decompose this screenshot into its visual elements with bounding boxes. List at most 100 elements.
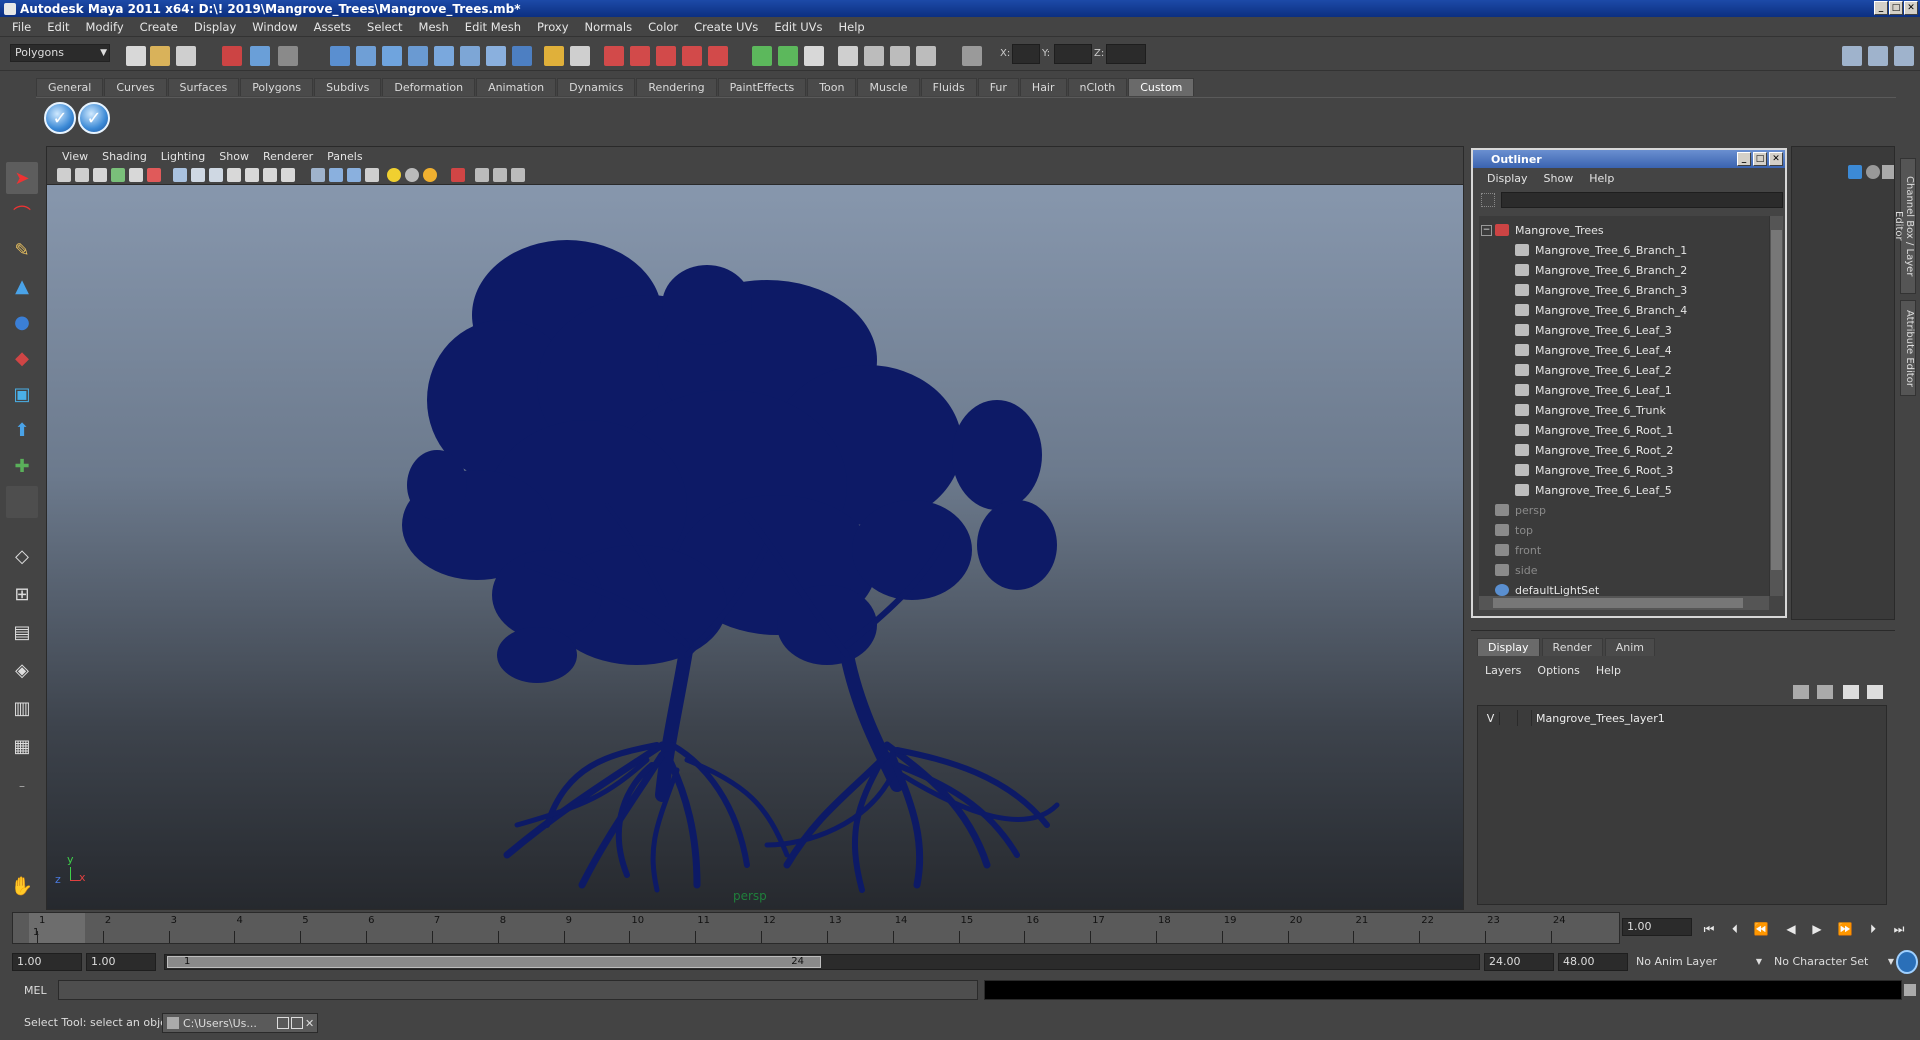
render-current-frame-icon[interactable] <box>804 46 824 66</box>
rotate-tool-icon[interactable]: ● <box>6 306 38 338</box>
layer-menu-options[interactable]: Options <box>1529 664 1587 677</box>
show-channel-box-icon[interactable] <box>1894 46 1914 66</box>
scroll-thumb[interactable] <box>1771 230 1782 570</box>
persp-graph-layout-icon[interactable]: ◈ <box>6 654 38 686</box>
shelf-tab-hair[interactable]: Hair <box>1019 78 1067 96</box>
wireframe-icon[interactable] <box>191 168 205 182</box>
shelf-tab-polygons[interactable]: Polygons <box>240 78 314 96</box>
select-camera-icon[interactable] <box>57 168 71 182</box>
transform-field-icon[interactable] <box>962 46 982 66</box>
hypershade-icon[interactable] <box>916 46 936 66</box>
film-gate-icon[interactable] <box>147 168 161 182</box>
scroll-thumb[interactable] <box>1493 598 1743 608</box>
animation-end-field[interactable]: 48.00 <box>1558 953 1628 971</box>
make-live-icon[interactable] <box>708 46 728 66</box>
camera-attributes-icon[interactable] <box>75 168 89 182</box>
outliner-item[interactable]: Mangrove_Tree_6_Root_3 <box>1479 460 1769 480</box>
outliner-item[interactable]: Mangrove_Tree_6_Branch_1 <box>1479 240 1769 260</box>
text-icon[interactable] <box>281 168 295 182</box>
render-view-icon[interactable] <box>838 46 858 66</box>
connect-icon[interactable] <box>1848 165 1862 179</box>
outliner-item[interactable]: Mangrove_Tree_6_Root_2 <box>1479 440 1769 460</box>
close-icon[interactable]: ✕ <box>305 1017 317 1030</box>
z-field[interactable] <box>1106 44 1146 64</box>
shelf-tab-curves[interactable]: Curves <box>104 78 167 96</box>
layer-menu-layers[interactable]: Layers <box>1477 664 1529 677</box>
menu-select[interactable]: Select <box>359 20 410 34</box>
menu-help[interactable]: Help <box>831 20 873 34</box>
lasso-tool-icon[interactable]: ⌒ <box>6 198 38 230</box>
viewport-menu-show[interactable]: Show <box>212 150 256 163</box>
viewport-menu-lighting[interactable]: Lighting <box>154 150 212 163</box>
use-all-lights-icon[interactable] <box>245 168 259 182</box>
maximize-icon[interactable] <box>291 1017 303 1029</box>
shelf-tab-animation[interactable]: Animation <box>476 78 557 96</box>
layer-playback-toggle[interactable] <box>1500 710 1518 726</box>
shelf-tab-painteffects[interactable]: PaintEffects <box>717 78 807 96</box>
viewport-scene[interactable]: y x z persp <box>47 185 1463 909</box>
lock-selection-icon[interactable] <box>544 46 564 66</box>
anim-layer-dropdown[interactable]: No Anim Layer ▼ <box>1632 953 1762 971</box>
outliner-item[interactable]: front <box>1479 540 1769 560</box>
paint-select-tool-icon[interactable]: ✎ <box>6 234 38 266</box>
gate-mask-icon[interactable] <box>475 168 489 182</box>
universal-manipulator-icon[interactable]: ▣ <box>6 378 38 410</box>
menu-modify[interactable]: Modify <box>78 20 132 34</box>
menu-assets[interactable]: Assets <box>306 20 359 34</box>
shelf-tab-fluids[interactable]: Fluids <box>920 78 977 96</box>
outliner-filter-input[interactable] <box>1501 192 1783 208</box>
save-scene-icon[interactable] <box>176 46 196 66</box>
textured-icon[interactable] <box>227 168 241 182</box>
shelf-tab-rendering[interactable]: Rendering <box>636 78 717 96</box>
select-by-hierarchy-icon[interactable] <box>222 46 242 66</box>
image-plane-icon[interactable] <box>111 168 125 182</box>
step-forward-key-icon[interactable]: ⏩ <box>1836 922 1854 936</box>
teamviewer-icon[interactable] <box>1896 950 1918 974</box>
menu-color[interactable]: Color <box>640 20 686 34</box>
outliner-horizontal-scrollbar[interactable] <box>1479 596 1769 610</box>
character-set-dropdown[interactable]: No Character Set ▼ <box>1770 953 1894 971</box>
outliner-menu-display[interactable]: Display <box>1479 172 1536 185</box>
select-joints-icon[interactable] <box>356 46 376 66</box>
outliner-item[interactable]: Mangrove_Tree_6_Leaf_5 <box>1479 480 1769 500</box>
layer-row[interactable]: V Mangrove_Trees_layer1 <box>1478 708 1886 728</box>
menu-file[interactable]: File <box>4 20 39 34</box>
show-attribute-editor-icon[interactable] <box>1842 46 1862 66</box>
go-to-start-icon[interactable]: ⏮ <box>1700 922 1718 936</box>
high-quality-icon[interactable] <box>405 168 419 182</box>
snap-to-point-icon[interactable] <box>656 46 676 66</box>
layer-name[interactable]: Mangrove_Trees_layer1 <box>1532 712 1665 725</box>
filter-icon[interactable] <box>1481 193 1495 207</box>
outliner-item[interactable]: Mangrove_Tree_6_Branch_2 <box>1479 260 1769 280</box>
x-field[interactable] <box>1012 44 1040 64</box>
menu-set-dropdown[interactable]: Polygons ▼ <box>10 44 110 62</box>
layer-tab-display[interactable]: Display <box>1477 638 1540 656</box>
shelf-tab-muscle[interactable]: Muscle <box>857 78 920 96</box>
outliner-item[interactable]: defaultLightSet <box>1479 580 1769 596</box>
highlight-selection-icon[interactable] <box>570 46 590 66</box>
new-scene-icon[interactable] <box>126 46 146 66</box>
play-backwards-icon[interactable]: ◀ <box>1782 922 1800 936</box>
outliner-close-button[interactable]: ✕ <box>1769 152 1783 166</box>
outliner-menu-show[interactable]: Show <box>1536 172 1582 185</box>
viewport-menu-panels[interactable]: Panels <box>320 150 369 163</box>
shelf-tab-fur[interactable]: Fur <box>977 78 1019 96</box>
viewport-menu-renderer[interactable]: Renderer <box>256 150 320 163</box>
four-view-layout-icon[interactable]: ⊞ <box>6 578 38 610</box>
hand-icon[interactable]: ✋ <box>6 870 38 902</box>
minimized-window-button[interactable]: C:\Users\Us... ✕ <box>162 1013 318 1033</box>
move-layer-down-icon[interactable] <box>1817 685 1833 699</box>
check-icon[interactable]: ✓ <box>44 102 76 134</box>
outliner-item[interactable]: Mangrove_Tree_6_Root_1 <box>1479 420 1769 440</box>
minimize-button[interactable]: _ <box>1874 1 1888 15</box>
x-ray-icon[interactable] <box>329 168 343 182</box>
tab-attribute-editor[interactable]: Attribute Editor <box>1900 300 1916 396</box>
tab-channel-box-layer-editor[interactable]: Channel Box / Layer Editor <box>1893 158 1916 294</box>
construction-history-icon[interactable] <box>778 46 798 66</box>
scale-tool-icon[interactable]: ◆ <box>6 342 38 374</box>
layer-color-swatch[interactable] <box>1518 710 1532 726</box>
play-forwards-icon[interactable]: ▶ <box>1808 922 1826 936</box>
hypershade-layout-icon[interactable]: ▥ <box>6 692 38 724</box>
snap-to-view-plane-icon[interactable] <box>682 46 702 66</box>
shelf-tab-ncloth[interactable]: nCloth <box>1067 78 1128 96</box>
